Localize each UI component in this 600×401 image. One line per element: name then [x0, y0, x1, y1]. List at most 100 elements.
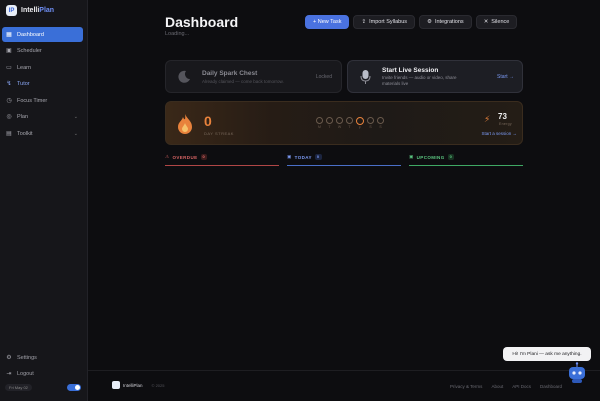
header-actions: + New Task ⇪ Import Syllabus ⚙ Integrati…: [305, 15, 518, 29]
sidebar-footer: Fri May 02: [5, 384, 81, 391]
silence-label: Silence: [491, 19, 510, 25]
sidebar-item-label: Dashboard: [17, 31, 44, 38]
live-session-card[interactable]: Start Live Session Invite friends — audi…: [347, 60, 523, 93]
day-label: S: [379, 125, 382, 129]
sidebar-bottom: ⚙ Settings ⇥ Logout: [2, 350, 83, 383]
day-label: F: [358, 126, 362, 130]
sidebar-item-tutor[interactable]: ↯ Tutor: [2, 77, 83, 92]
live-session-title: Start Live Session: [382, 67, 439, 74]
assistant-bubble[interactable]: Hi! I'm Plani — ask me anything.: [503, 347, 591, 361]
overdue-column: ⚠ OVERDUE 0: [165, 154, 279, 166]
timer-icon: ◷: [6, 97, 12, 104]
sidebar-item-label: Focus Timer: [17, 97, 48, 104]
energy-label: Energy: [499, 122, 512, 126]
footer-link-api-docs[interactable]: API Docs: [512, 384, 531, 389]
calendar-icon: ▣: [409, 154, 414, 159]
sidebar: IP IntelliPlan ▦ Dashboard ▣ Scheduler ▭…: [0, 0, 88, 401]
sidebar-item-logout[interactable]: ⇥ Logout: [2, 367, 83, 382]
microphone-icon: [360, 70, 371, 84]
day-item: S: [377, 117, 384, 130]
sidebar-item-scheduler[interactable]: ▣ Scheduler: [2, 44, 83, 59]
day-item-today: F: [356, 117, 364, 130]
sidebar-item-label: Scheduler: [17, 48, 42, 55]
warning-icon: ⚠: [165, 154, 170, 159]
logout-icon: ⇥: [6, 371, 12, 378]
sidebar-item-settings[interactable]: ⚙ Settings: [2, 350, 83, 365]
sidebar-item-label: Settings: [17, 354, 37, 361]
brand-name: IntelliPlan: [21, 7, 54, 14]
integrations-button[interactable]: ⚙ Integrations: [419, 15, 472, 29]
daily-spark-card: Daily Spark Chest Already claimed — come…: [165, 60, 342, 93]
sidebar-item-toolkit[interactable]: ▤ Toolkit ⌄: [2, 127, 83, 142]
import-syllabus-label: Import Syllabus: [369, 19, 407, 25]
moon-icon: [178, 70, 190, 83]
footer-links: Privacy & Terms About API Docs Dashboard: [450, 384, 562, 389]
day-item: W: [336, 117, 343, 130]
locked-status: Locked: [315, 74, 332, 80]
brand-name-first: Intelli: [21, 7, 40, 14]
upcoming-count-badge: 0: [447, 154, 455, 160]
footer-brand-name: IntelliPlan: [123, 382, 143, 388]
sidebar-item-plan[interactable]: ◎ Plan ⌄: [2, 110, 83, 125]
weekday-tracker: M T W T F S S: [316, 117, 384, 130]
integrations-label: Integrations: [434, 19, 464, 25]
start-a-session-link[interactable]: Start a session →: [481, 131, 517, 136]
footer-link-about[interactable]: About: [491, 384, 503, 389]
overdue-label: OVERDUE: [172, 154, 198, 160]
flame-icon: [178, 114, 192, 134]
day-dot-today: [356, 117, 364, 125]
date-pill: Fri May 02: [5, 384, 32, 391]
spark-title: Daily Spark Chest: [202, 70, 258, 77]
new-task-label: + New Task: [313, 19, 342, 25]
today-count-badge: 0: [314, 154, 322, 160]
day-dot: [326, 117, 333, 124]
robot-assistant-icon[interactable]: [567, 362, 587, 384]
upcoming-label: UPCOMING: [416, 154, 445, 160]
day-dot: [367, 117, 374, 124]
silence-button[interactable]: ✕ Silence: [475, 15, 518, 29]
day-dot: [377, 117, 384, 124]
day-item: T: [326, 117, 333, 130]
energy-count: 73: [498, 112, 507, 121]
streak-card: 0 DAY STREAK M T W T F S S ⚡ 73 Energy S…: [165, 101, 523, 145]
chevron-down-icon: ⌄: [73, 131, 78, 138]
loading-text: Loading...: [165, 31, 190, 37]
day-item: M: [316, 117, 323, 130]
page-title: Dashboard: [165, 14, 239, 30]
grid-icon: ▦: [6, 31, 12, 38]
theme-toggle[interactable]: [67, 384, 81, 391]
day-dot: [336, 117, 343, 124]
calendar-icon: ▣: [287, 154, 292, 159]
sidebar-nav: ▦ Dashboard ▣ Scheduler ▭ Learn ↯ Tutor …: [2, 27, 83, 143]
tutor-icon: ↯: [6, 81, 12, 88]
brand[interactable]: IP IntelliPlan: [6, 5, 54, 16]
new-task-button[interactable]: + New Task: [305, 15, 350, 29]
live-session-subtitle: Invite friends — audio or video, share m…: [382, 75, 457, 86]
overdue-header: ⚠ OVERDUE 0: [165, 154, 279, 160]
sidebar-item-learn[interactable]: ▭ Learn: [2, 60, 83, 75]
day-item: T: [346, 117, 353, 130]
day-label: W: [337, 125, 342, 129]
target-icon: ◎: [6, 114, 12, 121]
start-session-link[interactable]: Start →: [497, 74, 514, 80]
chevron-down-icon: ⌄: [73, 114, 78, 121]
day-label: T: [348, 125, 351, 129]
overdue-count-badge: 0: [200, 154, 208, 160]
toolbox-icon: ▤: [6, 131, 12, 138]
upload-icon: ⇪: [361, 19, 367, 25]
sidebar-item-focus-timer[interactable]: ◷ Focus Timer: [2, 93, 83, 108]
import-syllabus-button[interactable]: ⇪ Import Syllabus: [353, 15, 415, 29]
footer-link-privacy[interactable]: Privacy & Terms: [450, 384, 482, 389]
brand-logo-icon: IP: [6, 5, 17, 16]
footer: IntelliPlan © 2025 Privacy & Terms About…: [88, 370, 600, 401]
today-column: ▣ TODAY 0: [287, 154, 401, 166]
sidebar-item-label: Plan: [17, 114, 29, 121]
footer-link-dashboard[interactable]: Dashboard: [540, 384, 562, 389]
gear-icon: ⚙: [6, 354, 12, 361]
brand-logo-icon: [112, 381, 120, 389]
day-item: S: [367, 117, 374, 130]
book-icon: ▭: [6, 64, 12, 71]
calendar-icon: ▣: [6, 48, 12, 55]
sidebar-item-dashboard[interactable]: ▦ Dashboard: [2, 27, 83, 42]
today-header: ▣ TODAY 0: [287, 154, 401, 160]
